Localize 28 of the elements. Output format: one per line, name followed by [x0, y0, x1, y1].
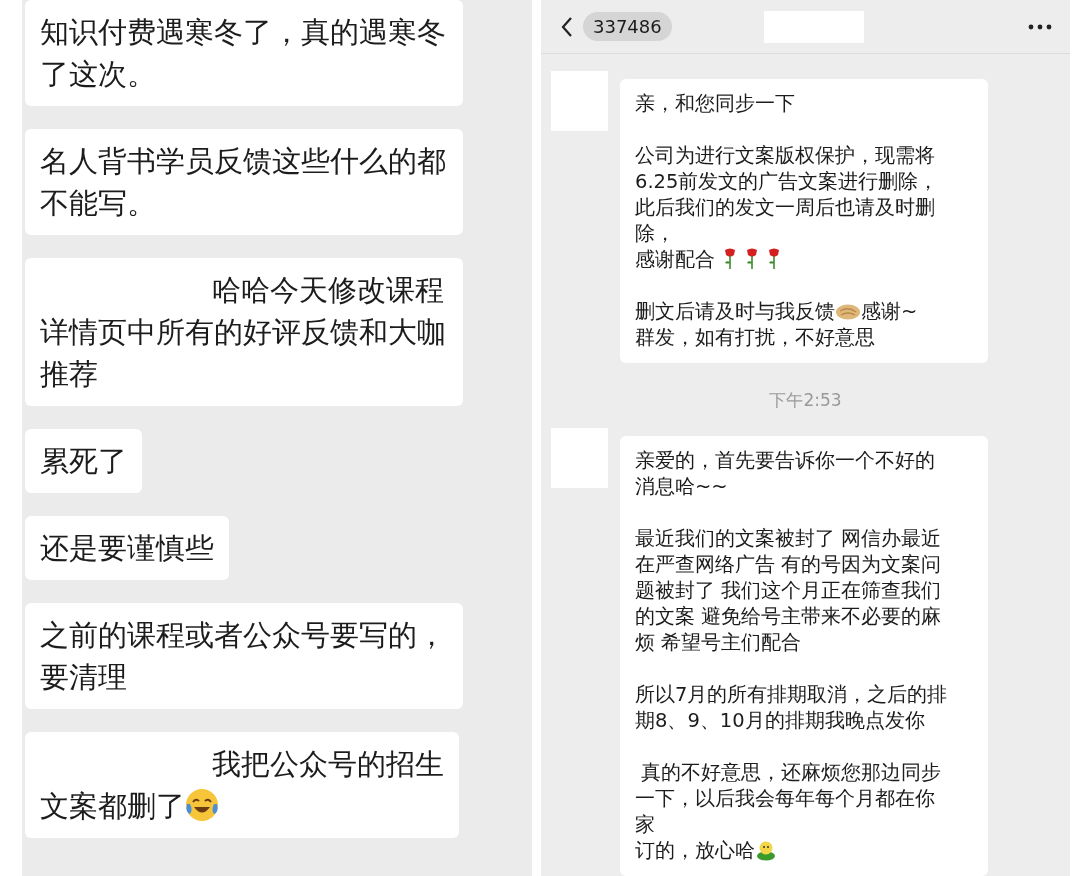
back-icon[interactable]	[561, 15, 573, 38]
message-text: 知识付费遇寒冬了，真的遇寒冬了这次。	[40, 15, 446, 91]
unread-badge[interactable]: 337486	[583, 12, 672, 41]
message-text: 群发，如有打扰，不好意思	[635, 326, 875, 349]
message-text: 我把公众号的招生	[212, 747, 444, 781]
message-text: 公司为进行文案版权保护，现需将6.25前发文的广告文案进行删除，此后我们的发文一周后也请及时删除，	[635, 144, 939, 245]
message-text: 累死了	[40, 444, 127, 478]
message-text: 文案都删了	[40, 789, 185, 823]
message-text: 名人背书学员反馈这些什么的都不能写。	[40, 144, 446, 220]
message-text: 所以7月的所有排期取消，之后的排期8、9、10月的排期我晚点发你	[635, 683, 948, 732]
rose-icon	[767, 248, 781, 270]
message-text: 还是要谨慎些	[40, 531, 214, 565]
message-text: 真的不好意思，还麻烦您那边同步一下，以后我会每年每个月都在你家	[635, 761, 942, 836]
message-text: 最近我们的文案被封了 网信办最近在严查网络广告 有的号因为文案问题被封了 我们这个月正在筛查我们的文案 避免给号主带来不必要的麻烦 希望号主们配合	[635, 527, 942, 654]
message-text: 亲，和您同步一下	[635, 92, 795, 115]
laughing-face-icon	[185, 788, 219, 822]
message-text: 订的，放心哈	[635, 839, 755, 862]
message-text: 哈哈今天修改课程详情页中所有的好评反馈和大咖推荐	[40, 273, 446, 391]
message-text: 亲爱的，首先要告诉你一个不好的消息哈~~	[635, 449, 935, 498]
rose-icon	[723, 248, 737, 270]
message-text: 感谢~	[861, 300, 918, 323]
message-text: 之前的课程或者公众号要写的，要清理	[40, 618, 446, 694]
message-text: 删文后请及时与我反馈	[635, 300, 835, 323]
timestamp: 下午2:53	[768, 389, 843, 412]
smiley-figure-icon	[755, 839, 777, 861]
message-text: 感谢配合	[635, 248, 715, 271]
rose-icon	[745, 248, 759, 270]
more-icon[interactable]	[1028, 23, 1052, 30]
